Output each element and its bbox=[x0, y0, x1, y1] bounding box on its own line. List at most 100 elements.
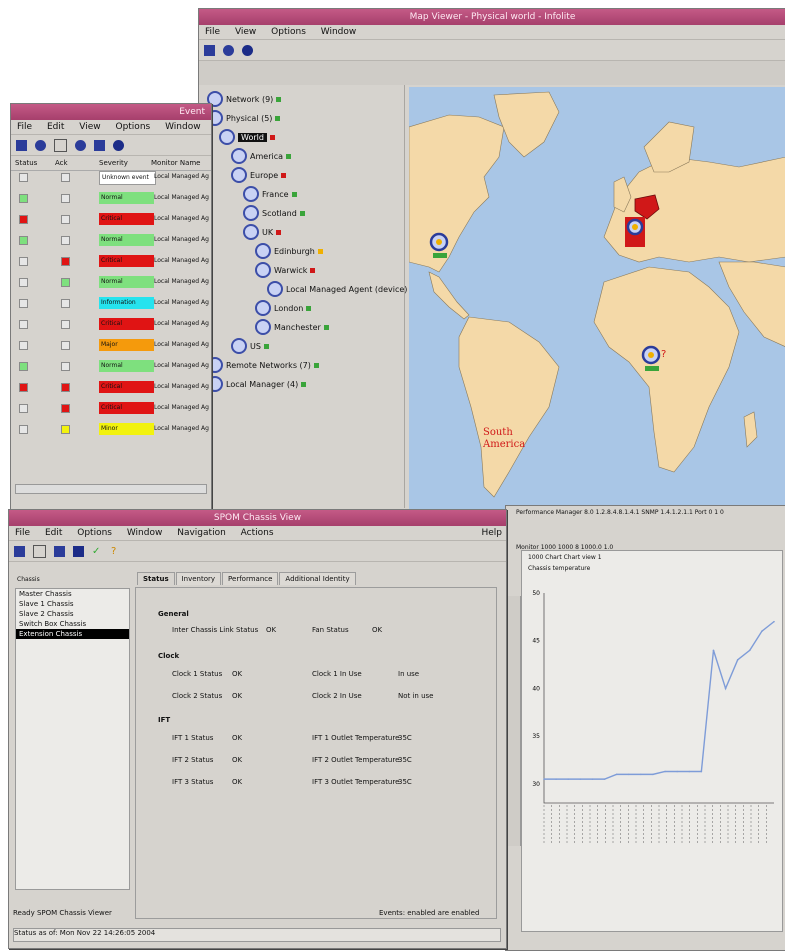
ack-checkbox[interactable] bbox=[61, 383, 70, 392]
tree-node[interactable]: World bbox=[219, 129, 275, 145]
status-checkbox[interactable] bbox=[19, 341, 28, 350]
menu-file[interactable]: File bbox=[205, 27, 220, 37]
status-checkbox[interactable] bbox=[19, 383, 28, 392]
america-node[interactable] bbox=[429, 232, 449, 258]
ack-checkbox[interactable] bbox=[61, 278, 70, 287]
world-map[interactable]: ? South America bbox=[408, 87, 785, 510]
check-icon[interactable]: ✓ bbox=[92, 546, 103, 557]
status-checkbox[interactable] bbox=[19, 362, 28, 371]
table-row[interactable]: Unknown event Local Managed Ag bbox=[11, 170, 211, 185]
help-icon[interactable]: ? bbox=[111, 546, 122, 557]
tree-node[interactable]: Manchester bbox=[255, 319, 329, 335]
menu-window[interactable]: Window bbox=[127, 528, 163, 538]
tab-inventory[interactable]: Inventory bbox=[175, 572, 222, 585]
menu-edit[interactable]: Edit bbox=[45, 528, 62, 538]
tree-icon[interactable] bbox=[16, 139, 27, 151]
ack-checkbox[interactable] bbox=[61, 299, 70, 308]
tree-node[interactable]: Remote Networks (7) bbox=[207, 357, 319, 373]
ack-checkbox[interactable] bbox=[61, 320, 70, 329]
status-checkbox[interactable] bbox=[19, 425, 28, 434]
chassis-list-item[interactable]: Slave 1 Chassis bbox=[16, 599, 129, 609]
tab-status[interactable]: Status bbox=[137, 572, 175, 585]
table-row[interactable]: Normal Local Managed Ag bbox=[11, 359, 211, 373]
home-icon[interactable] bbox=[35, 139, 46, 151]
menu-actions[interactable]: Actions bbox=[241, 528, 274, 538]
status-checkbox[interactable] bbox=[19, 257, 28, 266]
ack-checkbox[interactable] bbox=[61, 425, 70, 434]
tree-node[interactable]: Physical (5) bbox=[207, 110, 281, 126]
ack-checkbox[interactable] bbox=[61, 257, 70, 266]
menu-file[interactable]: File bbox=[17, 122, 32, 132]
tab-additional-identity[interactable]: Additional Identity bbox=[279, 572, 356, 585]
home-icon[interactable] bbox=[223, 44, 234, 56]
menu-options[interactable]: Options bbox=[271, 27, 306, 37]
chassis-list-item[interactable]: Slave 2 Chassis bbox=[16, 609, 129, 619]
ack-checkbox[interactable] bbox=[61, 236, 70, 245]
chassis-list-item[interactable]: Master Chassis bbox=[16, 589, 129, 599]
table-row[interactable]: Information Local Managed Ag bbox=[11, 296, 211, 310]
refresh-icon[interactable] bbox=[54, 545, 65, 557]
table-row[interactable]: Normal Local Managed Ag bbox=[11, 275, 211, 289]
col-monitor-name[interactable]: Monitor Name bbox=[147, 156, 211, 170]
tree-node[interactable]: Network (9) bbox=[207, 91, 282, 107]
menu-window[interactable]: Window bbox=[165, 122, 201, 132]
menu-options[interactable]: Options bbox=[77, 528, 112, 538]
table-row[interactable]: Minor Local Managed Ag bbox=[11, 422, 211, 436]
tree-node[interactable]: US bbox=[231, 338, 269, 354]
ack-checkbox[interactable] bbox=[61, 194, 70, 203]
ack-checkbox[interactable] bbox=[61, 173, 70, 182]
tree-node[interactable]: Warwick bbox=[255, 262, 316, 278]
tree-node[interactable]: America bbox=[231, 148, 291, 164]
menu-view[interactable]: View bbox=[235, 27, 256, 37]
table-row[interactable]: Normal Local Managed Ag bbox=[11, 191, 211, 205]
tree-node[interactable]: Edinburgh bbox=[255, 243, 323, 259]
menu-view[interactable]: View bbox=[79, 122, 100, 132]
horizontal-scrollbar[interactable] bbox=[15, 484, 207, 494]
tree-node[interactable]: France bbox=[243, 186, 297, 202]
table-row[interactable]: Critical Local Managed Ag bbox=[11, 212, 211, 226]
chassis-list-item[interactable]: Extension Chassis bbox=[16, 629, 129, 639]
status-checkbox[interactable] bbox=[19, 215, 28, 224]
menu-navigation[interactable]: Navigation bbox=[177, 528, 226, 538]
table-row[interactable]: Major Local Managed Ag bbox=[11, 338, 211, 352]
ack-checkbox[interactable] bbox=[61, 404, 70, 413]
filter-icon[interactable] bbox=[54, 138, 67, 152]
menu-window[interactable]: Window bbox=[321, 27, 357, 37]
tree-node[interactable]: UK bbox=[243, 224, 282, 240]
help-icon[interactable] bbox=[242, 44, 253, 56]
status-checkbox[interactable] bbox=[19, 404, 28, 413]
status-checkbox[interactable] bbox=[19, 320, 28, 329]
chassis-list-item[interactable]: Switch Box Chassis bbox=[16, 619, 129, 629]
col-severity[interactable]: Severity bbox=[95, 156, 147, 170]
tree-icon[interactable] bbox=[204, 44, 215, 56]
tree-node[interactable]: Scotland bbox=[243, 205, 305, 221]
ack-checkbox[interactable] bbox=[61, 215, 70, 224]
table-row[interactable]: Normal Local Managed Ag bbox=[11, 233, 211, 247]
menu-edit[interactable]: Edit bbox=[47, 122, 64, 132]
table-row[interactable]: Critical Local Managed Ag bbox=[11, 254, 211, 268]
ack-checkbox[interactable] bbox=[61, 362, 70, 371]
status-checkbox[interactable] bbox=[19, 278, 28, 287]
tree-node[interactable]: Local Managed Agent (device) bbox=[267, 281, 416, 297]
tree-icon[interactable] bbox=[14, 545, 25, 557]
status-checkbox[interactable] bbox=[19, 194, 28, 203]
col-ack[interactable]: Ack bbox=[51, 156, 95, 170]
table-row[interactable]: Critical Local Managed Ag bbox=[11, 317, 211, 331]
status-checkbox[interactable] bbox=[19, 299, 28, 308]
tree-node[interactable]: Local Manager (4) bbox=[207, 376, 307, 392]
monitor-icon[interactable] bbox=[73, 545, 84, 557]
ack-checkbox[interactable] bbox=[61, 341, 70, 350]
tree-node[interactable]: London bbox=[255, 300, 312, 316]
table-row[interactable]: Critical Local Managed Ag bbox=[11, 380, 211, 394]
shield-icon[interactable] bbox=[94, 139, 105, 151]
menu-file[interactable]: File bbox=[15, 528, 30, 538]
menu-options[interactable]: Options bbox=[115, 122, 150, 132]
menu-help[interactable]: Help bbox=[481, 526, 502, 540]
status-checkbox[interactable] bbox=[19, 173, 28, 182]
table-row[interactable]: Critical Local Managed Ag bbox=[11, 401, 211, 415]
save-icon[interactable] bbox=[33, 544, 46, 558]
status-checkbox[interactable] bbox=[19, 236, 28, 245]
tab-performance[interactable]: Performance bbox=[222, 572, 279, 585]
col-status[interactable]: Status bbox=[11, 156, 51, 170]
help-icon[interactable] bbox=[113, 139, 124, 151]
